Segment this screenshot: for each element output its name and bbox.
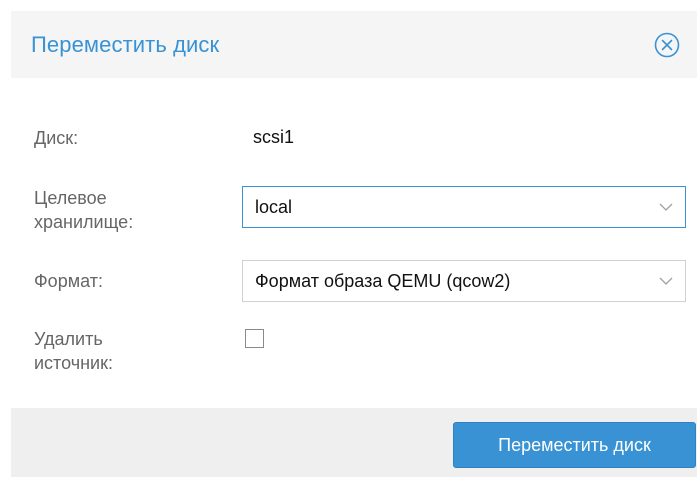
- chevron-down-icon: [659, 203, 673, 211]
- format-select[interactable]: Формат образа QEMU (qcow2): [242, 260, 686, 302]
- target-storage-select[interactable]: local: [242, 186, 686, 228]
- target-storage-label-line1: Целевое: [34, 188, 107, 208]
- close-button[interactable]: [654, 32, 680, 58]
- delete-source-checkbox[interactable]: [245, 329, 264, 348]
- target-storage-label: Целевое хранилище:: [34, 186, 133, 234]
- delete-source-label-line1: Удалить: [34, 329, 103, 349]
- close-circle-icon: [654, 32, 680, 58]
- delete-source-label: Удалить источник:: [34, 327, 113, 375]
- dialog-footer: Переместить диск: [11, 408, 697, 477]
- chevron-down-icon: [659, 277, 673, 285]
- format-label: Формат:: [34, 271, 103, 291]
- disk-value: scsi1: [253, 127, 295, 147]
- dialog-header: Переместить диск: [11, 11, 697, 78]
- dialog-body: Диск: scsi1 Целевое хранилище: local Фор…: [11, 78, 697, 408]
- target-storage-label-line2: хранилище:: [34, 212, 134, 232]
- move-disk-button[interactable]: Переместить диск: [453, 422, 696, 468]
- format-value: Формат образа QEMU (qcow2): [255, 271, 511, 291]
- dialog-title: Переместить диск: [31, 32, 220, 57]
- delete-source-label-line2: источник:: [34, 353, 113, 373]
- target-storage-value: local: [255, 197, 293, 217]
- move-disk-dialog: Переместить диск Диск: scsi1 Целевое хра…: [11, 11, 697, 477]
- disk-label: Диск:: [34, 128, 79, 148]
